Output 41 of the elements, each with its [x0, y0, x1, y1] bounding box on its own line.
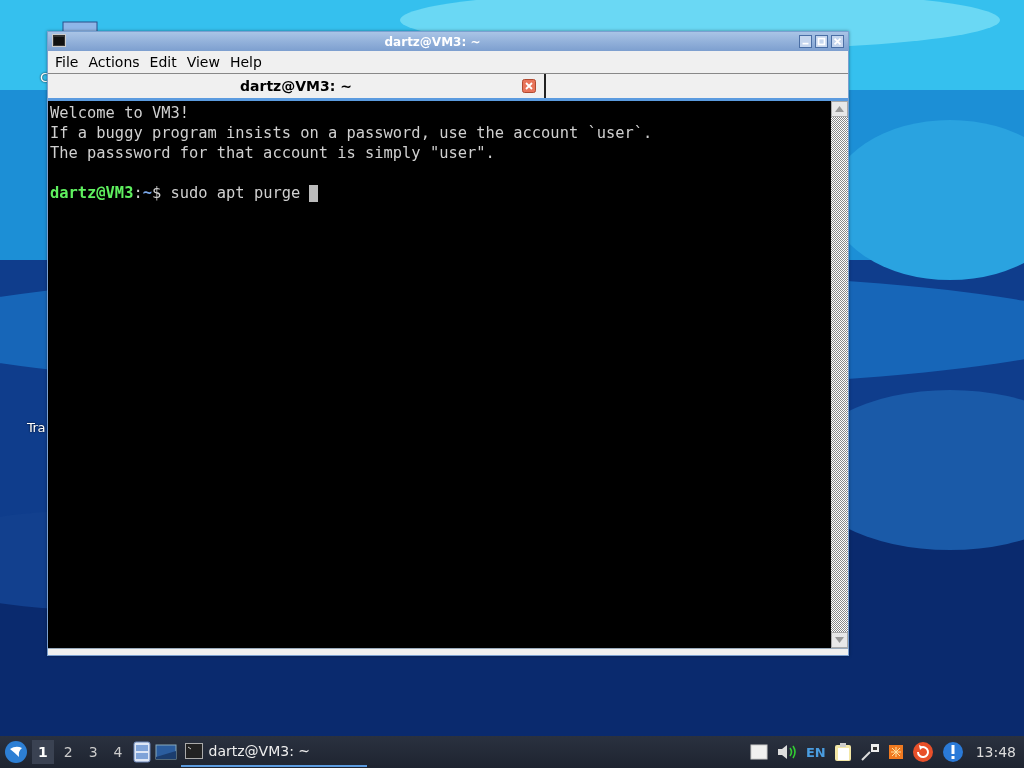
maximize-icon	[816, 36, 827, 47]
close-tab-icon[interactable]	[522, 79, 536, 93]
network-cable-icon[interactable]	[859, 742, 880, 762]
prompt-line: dartz@VM3:~$ sudo apt purge	[50, 183, 301, 203]
window-title: dartz@VM3: ~	[383, 34, 482, 49]
start-menu-icon[interactable]	[4, 740, 28, 764]
workspace-button[interactable]: 4	[107, 740, 129, 764]
file-cabinet-icon[interactable]	[132, 741, 151, 763]
close-icon	[832, 36, 843, 47]
text-cursor	[309, 184, 319, 202]
clipboard-icon[interactable]	[833, 742, 852, 762]
terminal-line: If a buggy program insists on a password, use the account `user`.	[50, 123, 653, 143]
terminal-line: The passsword for that account is simply "user".	[50, 143, 495, 163]
down-arrow-icon	[835, 637, 844, 643]
tab[interactable]: dartz@VM3: ~	[48, 74, 546, 98]
terminal-line: Welcome to VM3!	[50, 103, 189, 123]
storage-drive-icon[interactable]	[749, 744, 768, 760]
menu-item[interactable]: File	[50, 54, 84, 70]
desktop-icon-label[interactable]: Tra	[27, 420, 45, 435]
desktop-icon[interactable]	[154, 743, 177, 761]
keyboard-layout-indicator[interactable]: EN	[805, 744, 826, 760]
up-arrow-icon	[835, 106, 844, 112]
clock[interactable]: 13:48	[975, 744, 1016, 760]
volume-icon[interactable]	[775, 743, 798, 761]
workspace-button[interactable]: 2	[57, 740, 79, 764]
terminal-icon	[184, 743, 203, 759]
minimize-button[interactable]	[799, 35, 812, 48]
info-alert-icon[interactable]	[941, 741, 964, 763]
taskbar-task[interactable]: dartz@VM3: ~	[180, 737, 367, 767]
workspace-button[interactable]: 1	[32, 740, 54, 764]
close-button[interactable]	[831, 35, 844, 48]
desktop-icon-label[interactable]: C	[40, 70, 50, 85]
menu-item[interactable]: Edit	[144, 54, 182, 70]
maximize-button[interactable]	[815, 35, 828, 48]
terminal-icon	[52, 34, 66, 47]
menu-item[interactable]: Actions	[83, 54, 145, 70]
menu-item[interactable]: Help	[224, 54, 267, 70]
menu-item[interactable]: View	[181, 54, 225, 70]
update-icon[interactable]	[911, 741, 934, 763]
sparkle-icon[interactable]	[887, 744, 904, 760]
workspace-button[interactable]: 3	[82, 740, 104, 764]
